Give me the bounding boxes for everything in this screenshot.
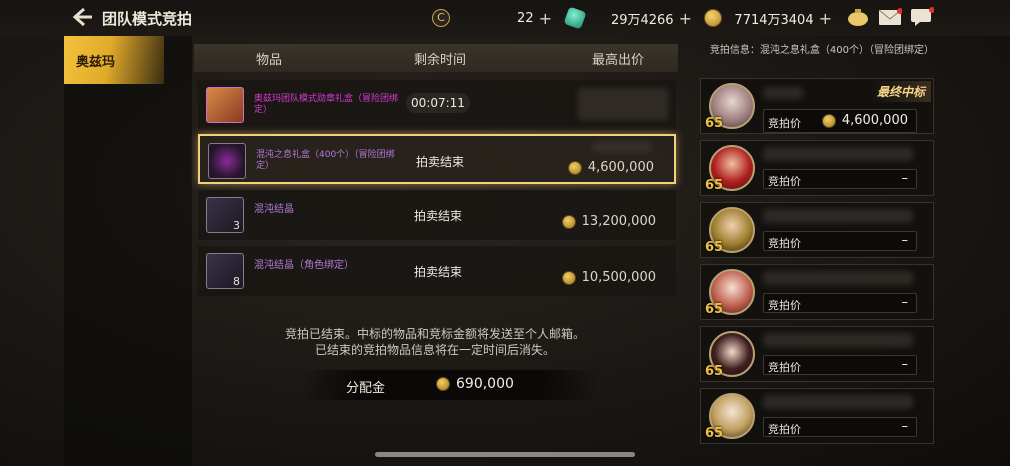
auction-notice: 竞拍已结束。中标的物品和竞标金额将发送至个人邮箱。 已结束的竞拍物品信息将在一定…: [284, 327, 585, 357]
header-item: 物品: [256, 52, 283, 68]
bidder-card: 65 竞拍价 –: [700, 264, 934, 320]
bid-box: 竞拍价 4,600,000: [763, 109, 917, 133]
level-label: 65: [705, 364, 724, 379]
auction-state: 拍卖结束: [414, 265, 463, 279]
medal-box-icon: [206, 87, 244, 123]
highest-bid: 10,500,000: [561, 270, 656, 285]
table-row[interactable]: 8 混沌结晶（角色绑定） 拍卖结束 10,500,000: [198, 246, 676, 296]
distribution-label: 分配金: [346, 381, 386, 396]
level-label: 65: [705, 178, 724, 193]
gold-coin-icon: [561, 214, 576, 229]
header-highest-bid: 最高出价: [592, 52, 645, 68]
add-gold-button[interactable]: +: [819, 9, 832, 28]
chaos-crystal-icon: 8: [206, 253, 244, 289]
piggy-bank-icon[interactable]: [846, 7, 870, 27]
bidder-card: 65 竞拍价 –: [700, 388, 934, 444]
header-remaining-time: 剩余时间: [414, 52, 467, 68]
redacted-name: [763, 271, 913, 285]
gold-coin-icon: [567, 160, 582, 175]
gold-coin-icon: [704, 9, 722, 27]
distribution-value: 690,000: [436, 376, 514, 392]
auction-state: 拍卖结束: [414, 209, 463, 223]
bid-box: 竞拍价 –: [763, 417, 917, 437]
gem-resource: 29万4266 +: [563, 6, 692, 30]
redacted-name: [763, 87, 803, 99]
highest-bid: 4,600,000: [567, 160, 654, 175]
table-row[interactable]: 奥兹玛团队模式勋章礼盒（冒险团绑定） 00:07:11: [198, 80, 676, 130]
chaos-crystal-icon: 3: [206, 197, 244, 233]
currency-c-resource: C 22 +: [432, 8, 552, 28]
item-name: 混沌结晶（角色绑定）: [254, 260, 354, 271]
highest-bid: 13,200,000: [561, 214, 656, 229]
table-row-selected[interactable]: 混沌之息礼盒（400个）（冒险团绑定） 拍卖结束 4,600,000: [198, 134, 676, 184]
item-name: 混沌之息礼盒（400个）（冒险团绑定）: [256, 150, 395, 171]
left-tab-column: [64, 36, 192, 466]
gem-icon: [563, 6, 587, 30]
distribution-bar: 分配金 690,000: [300, 370, 600, 400]
bid-box: 竞拍价 –: [763, 169, 917, 189]
chaos-breath-box-icon: [208, 143, 246, 179]
add-gem-button[interactable]: +: [679, 9, 692, 28]
auction-info: 竞拍信息：混沌之息礼盒（400个）（冒险团绑定）: [709, 45, 934, 56]
redacted-name: [763, 209, 913, 223]
table-row[interactable]: 3 混沌结晶 拍卖结束 13,200,000: [198, 190, 676, 240]
redacted-name: [763, 395, 913, 409]
chat-icon[interactable]: [910, 7, 934, 27]
final-winner-badge: 最终中标: [870, 81, 931, 102]
remaining-time: 00:07:11: [406, 93, 470, 113]
bid-box: 竞拍价 –: [763, 231, 917, 251]
currency-c-icon: C: [432, 9, 450, 27]
bidder-card: 65 竞拍价 –: [700, 326, 934, 382]
bid-box: 竞拍价 –: [763, 293, 917, 313]
table-header: 物品 剩余时间 最高出价: [194, 44, 678, 72]
bid-box: 竞拍价 –: [763, 355, 917, 375]
gold-coin-icon: [561, 270, 576, 285]
add-currency-button[interactable]: +: [539, 9, 552, 28]
redacted-name: [763, 333, 913, 347]
bidder-card: 65 竞拍价 –: [700, 202, 934, 258]
item-name: 奥兹玛团队模式勋章礼盒（冒险团绑定）: [254, 94, 399, 115]
bidder-card: 65 竞拍价 –: [700, 140, 934, 196]
bidder-card-winner: 65 最终中标 竞拍价 4,600,000: [700, 78, 934, 134]
gold-resource: 7714万3404 +: [704, 8, 832, 28]
redacted-name: [763, 147, 913, 161]
page-title: 团队模式竞拍: [102, 10, 193, 28]
gold-coin-icon: [436, 377, 450, 391]
auction-state: 拍卖结束: [416, 155, 465, 169]
level-label: 65: [705, 240, 724, 255]
item-name: 混沌结晶: [254, 204, 294, 215]
redacted-bidder: [592, 142, 652, 152]
gold-coin-icon: [821, 113, 836, 128]
back-arrow-icon[interactable]: [70, 6, 94, 28]
mail-icon[interactable]: [878, 8, 902, 26]
tab-ozma[interactable]: 奥兹玛: [64, 36, 164, 84]
redacted-bid: [578, 88, 668, 120]
level-label: 65: [705, 302, 724, 317]
level-label: 65: [705, 116, 724, 131]
home-indicator[interactable]: [375, 452, 635, 457]
level-label: 65: [705, 426, 724, 441]
